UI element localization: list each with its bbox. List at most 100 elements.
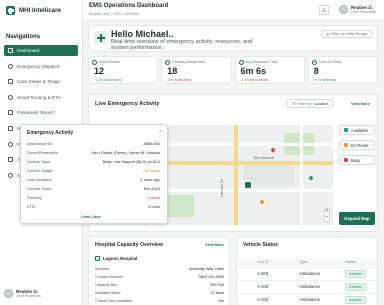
map-pin-icon[interactable] bbox=[257, 197, 267, 207]
sidebar-item-case-intake[interactable]: Case Intake & Triage bbox=[4, 76, 78, 87]
kpi-label: Active Cases bbox=[99, 60, 120, 64]
popup-row: Ambulance ID: AMB-004 bbox=[27, 141, 160, 148]
brand: MHI Intellicare bbox=[0, 0, 82, 21]
status-dot bbox=[344, 143, 348, 147]
hospital-name-row[interactable]: Lagoon Hospital bbox=[95, 256, 137, 261]
popup-row-value: Critical bbox=[147, 195, 160, 200]
filter-label: Filter by: Date Range bbox=[331, 32, 367, 36]
status-busy-button[interactable]: Busy bbox=[339, 155, 375, 165]
analytics-icon bbox=[8, 157, 13, 163]
hospital-row-label: Address: bbox=[95, 267, 110, 271]
map-pin-icon[interactable] bbox=[306, 173, 316, 183]
hospital-row: Critical Care Available: Yes bbox=[95, 299, 224, 303]
nav-title: Navigations bbox=[6, 34, 41, 40]
hospital-row-label: Capacity Bar: bbox=[95, 283, 118, 287]
kpi-value: 12 bbox=[94, 66, 105, 76]
unit-id: A-203 bbox=[257, 271, 269, 276]
status-badge: Available bbox=[345, 296, 366, 304]
status-label: Busy bbox=[351, 157, 361, 163]
ambulance-icon bbox=[311, 60, 317, 65]
view-case-button[interactable]: View Case bbox=[81, 214, 101, 219]
table-row[interactable]: A-203 Ambulance Available bbox=[237, 267, 377, 279]
status-available-button[interactable]: Available bbox=[339, 125, 375, 135]
sidebar-item-dashboard[interactable]: Dashboard bbox=[4, 45, 78, 56]
popup-row-value: John Okeke (Driver), Nurse M. Hassan bbox=[91, 150, 160, 155]
zoom-control[interactable]: + − bbox=[324, 208, 330, 222]
status-label: Available bbox=[351, 127, 368, 133]
top-header: EMS Operations Dashboard Monday, July 7,… bbox=[83, 0, 384, 21]
hospital-row-label: Contact Number: bbox=[95, 275, 124, 279]
route-icon bbox=[8, 94, 13, 100]
popup-row: Driver/Paramedic: John Okeke (Driver), Nu… bbox=[27, 150, 160, 157]
sidebar-item-emergency-dispatch[interactable]: Emergency Dispatch bbox=[4, 61, 78, 72]
welcome-card: Hello Michael.. Real-time overview of em… bbox=[88, 25, 378, 52]
sidebar-item-smart-routing[interactable]: Smart Routing & ETA bbox=[4, 92, 78, 103]
section-title: Vehicle Status bbox=[243, 242, 279, 248]
welcome-title: Hello Michael.. bbox=[111, 29, 174, 39]
expand-map-button[interactable]: Expand Map bbox=[339, 212, 375, 225]
location-filter[interactable]: ☰ Filter by: Location bbox=[287, 99, 334, 108]
sidebar-item-label: Paramedic Report bbox=[17, 110, 55, 116]
page-title: EMS Operations Dashboard bbox=[89, 3, 169, 9]
kpi-label: Units On Duty bbox=[318, 60, 342, 64]
hospital-row-value: Admiralty Way, Lekki bbox=[188, 267, 224, 271]
popup-row-label: Ambulance ID: bbox=[27, 141, 54, 146]
bell-icon[interactable]: ⚠ bbox=[319, 5, 329, 15]
kpi-card-avg-response-time[interactable]: Avg Response Time 6m 6s -2.3% improvemen… bbox=[234, 56, 305, 84]
popup-row-label: Vehicle Type: bbox=[27, 159, 51, 164]
popup-row: Severity: Critical bbox=[27, 195, 160, 202]
status-label: En Route bbox=[351, 142, 369, 148]
user-role: Chief Paramedic bbox=[16, 294, 42, 298]
brand-name: MHI Intellicare bbox=[19, 7, 61, 14]
table-header: Unit ID Type Status bbox=[237, 258, 377, 266]
hospital-icon bbox=[8, 125, 13, 131]
kpi-value: 6m 6s bbox=[240, 66, 267, 76]
timer-icon bbox=[238, 60, 244, 65]
activity-icon bbox=[92, 60, 97, 65]
zoom-out-icon[interactable]: − bbox=[325, 214, 329, 221]
unit-id: A-203 bbox=[257, 297, 269, 302]
header-user[interactable]: Reuben O. Chief Paramedic bbox=[339, 5, 376, 14]
popup-row-value: EM-4323 bbox=[143, 186, 160, 191]
popup-row-value: AMB-004 bbox=[143, 141, 160, 146]
sidebar-item-label: Emergency Dispatch bbox=[17, 63, 60, 69]
popup-row: ETA: 4 mins bbox=[27, 204, 160, 211]
hospital-row-label: Available Beds: bbox=[95, 291, 122, 295]
hospital-capacity-panel: Hospital Capacity Overview View More Lag… bbox=[88, 236, 230, 305]
popup-row: Last Updated: 2 mins ago bbox=[27, 177, 160, 184]
sidebar-item-paramedic-report[interactable]: Paramedic Report bbox=[4, 107, 78, 118]
table-row[interactable]: A-203 Ambulance Available bbox=[237, 293, 377, 305]
column-header: Type bbox=[299, 260, 308, 264]
hospital-row-value: Yes bbox=[217, 299, 224, 303]
kpi-card-pending-assignment[interactable]: Pending Assignment 18 -8% vs last week bbox=[161, 56, 232, 84]
siren-icon bbox=[8, 63, 13, 69]
table-row[interactable]: A-203 Ambulance Available bbox=[237, 280, 377, 292]
column-header: Status bbox=[345, 260, 356, 264]
ambulance-marker-icon[interactable] bbox=[244, 181, 252, 189]
sidebar-user[interactable]: Reuben O. Chief Paramedic bbox=[4, 289, 41, 298]
logo-icon bbox=[6, 6, 15, 15]
hospital-row-value: 78% Full bbox=[209, 283, 224, 287]
road-label: Lincoln St bbox=[219, 179, 224, 197]
avatar bbox=[339, 5, 348, 14]
map-pin-icon[interactable] bbox=[268, 145, 278, 155]
report-icon bbox=[8, 110, 13, 116]
hospital-row: Address: Admiralty Way, Lekki bbox=[95, 267, 224, 271]
date-range-filter[interactable]: ☰ Filter by: Date Range bbox=[320, 30, 372, 38]
popup-row: Current Case: EM-4323 bbox=[27, 186, 160, 193]
popup-row-label: Current Case: bbox=[27, 186, 52, 191]
status-badge: Available bbox=[345, 283, 366, 291]
hospital-icon bbox=[95, 256, 100, 261]
close-icon[interactable]: × bbox=[159, 129, 162, 135]
status-en-route-button[interactable]: En Route bbox=[339, 140, 375, 150]
view-more-link[interactable]: View More bbox=[205, 243, 224, 247]
grid-icon bbox=[8, 48, 13, 53]
sidebar-item-label: Case Intake & Triage bbox=[17, 79, 60, 85]
kpi-card-active-cases[interactable]: Active Cases 12 +1.2% vs last week bbox=[88, 56, 159, 84]
kpi-card-units-on-duty[interactable]: Units On Duty 8 +3 vs yesterday bbox=[307, 56, 378, 84]
status-dot bbox=[344, 128, 348, 132]
hospital-row-label: Critical Care Available: bbox=[95, 299, 134, 303]
emergency-activity-popup: Emergency Activity × Ambulance ID: AMB-00… bbox=[20, 124, 168, 224]
popup-row-label: Severity: bbox=[27, 195, 43, 200]
view-more-link[interactable]: View More bbox=[351, 102, 370, 106]
